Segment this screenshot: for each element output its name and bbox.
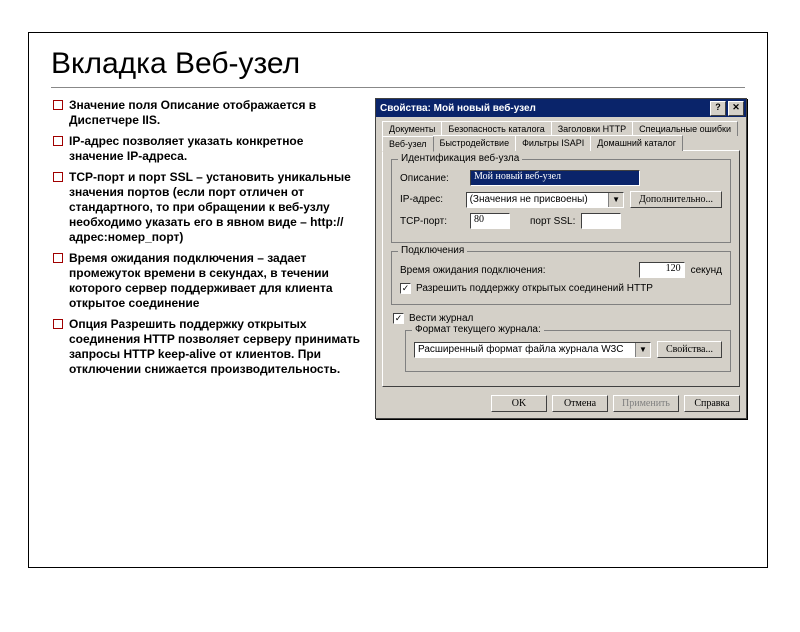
bullet-list: Значение поля Описание отображается в Ди…	[51, 98, 361, 419]
description-label: Описание:	[400, 173, 464, 184]
bullet-item: Значение поля Описание отображается в Ди…	[51, 98, 361, 128]
slide-title: Вкладка Веб-узел	[29, 33, 767, 87]
timeout-label: Время ожидания подключения:	[400, 265, 633, 276]
advanced-button[interactable]: Дополнительно...	[630, 191, 722, 208]
timeout-input[interactable]: 120	[639, 262, 685, 278]
keepalive-checkbox[interactable]: ✓	[400, 283, 411, 294]
ssl-port-label: порт SSL:	[530, 216, 575, 227]
slide-frame: Вкладка Веб-узел Значение поля Описание …	[28, 32, 768, 568]
bullet-item: TCP-порт и порт SSL – установить уникаль…	[51, 170, 361, 245]
log-properties-button[interactable]: Свойства...	[657, 341, 722, 358]
slide-body: Значение поля Описание отображается в Ди…	[29, 98, 767, 419]
log-format-value: Расширенный формат файла журнала W3C	[415, 343, 635, 357]
help-button[interactable]: Справка	[684, 395, 740, 412]
timeout-unit: секунд	[691, 265, 722, 276]
dialog-titlebar[interactable]: Свойства: Мой новый веб-узел ? ✕	[376, 99, 746, 117]
chevron-down-icon[interactable]: ▼	[608, 193, 623, 207]
bullet-item: Время ожидания подключения – задает пром…	[51, 251, 361, 311]
log-format-combo[interactable]: Расширенный формат файла журнала W3C ▼	[414, 342, 651, 358]
bullet-item: IP-адрес позволяет указать конкретное зн…	[51, 134, 361, 164]
description-input[interactable]: Мой новый веб-узел	[470, 170, 640, 186]
tab-directory-security[interactable]: Безопасность каталога	[441, 121, 551, 136]
dialog-button-row: OK Отмена Применить Справка	[376, 391, 746, 418]
tab-custom-errors[interactable]: Специальные ошибки	[632, 121, 738, 136]
tcp-port-label: TCP-порт:	[400, 216, 464, 227]
tcp-port-input[interactable]: 80	[470, 213, 510, 229]
logging-checkbox[interactable]: ✓	[393, 313, 404, 324]
tab-panel-website: Идентификация веб-узла Описание: Мой нов…	[382, 150, 740, 387]
tab-website[interactable]: Веб-узел	[382, 136, 434, 152]
ip-combo-value: (Значения не присвоены)	[467, 193, 608, 207]
dialog-title: Свойства: Мой новый веб-узел	[380, 103, 708, 114]
tab-row-2: Веб-узел Быстродействие Фильтры ISAPI До…	[382, 136, 740, 151]
properties-dialog: Свойства: Мой новый веб-узел ? ✕ Докумен…	[375, 98, 747, 419]
tab-home-directory[interactable]: Домашний каталог	[590, 135, 683, 151]
ip-combo[interactable]: (Значения не присвоены) ▼	[466, 192, 624, 208]
ssl-port-input[interactable]	[581, 213, 621, 229]
chevron-down-icon[interactable]: ▼	[635, 343, 650, 357]
logging-label: Вести журнал	[409, 313, 473, 324]
group-log-format: Формат текущего журнала: Расширенный фор…	[405, 330, 731, 372]
close-icon[interactable]: ✕	[728, 101, 744, 116]
tab-http-headers[interactable]: Заголовки HTTP	[551, 121, 633, 136]
keepalive-label: Разрешить поддержку открытых соединений …	[416, 283, 653, 294]
group-identification-title: Идентификация веб-узла	[398, 153, 522, 164]
cancel-button[interactable]: Отмена	[552, 395, 608, 412]
group-identification: Идентификация веб-узла Описание: Мой нов…	[391, 159, 731, 243]
tab-performance[interactable]: Быстродействие	[433, 135, 517, 151]
help-icon[interactable]: ?	[710, 101, 726, 116]
tab-isapi-filters[interactable]: Фильтры ISAPI	[515, 135, 591, 151]
title-underline	[51, 87, 745, 88]
tab-documents[interactable]: Документы	[382, 121, 442, 136]
ok-button[interactable]: OK	[491, 395, 547, 412]
tab-row-1: Документы Безопасность каталога Заголовк…	[382, 121, 740, 136]
group-log-format-title: Формат текущего журнала:	[412, 324, 544, 335]
dialog-body: Документы Безопасность каталога Заголовк…	[376, 117, 746, 391]
group-connections: Подключения Время ожидания подключения: …	[391, 251, 731, 305]
ip-label: IP-адрес:	[400, 194, 460, 205]
apply-button[interactable]: Применить	[613, 395, 679, 412]
group-connections-title: Подключения	[398, 245, 467, 256]
bullet-item: Опция Разрешить поддержку открытых соеди…	[51, 317, 361, 377]
